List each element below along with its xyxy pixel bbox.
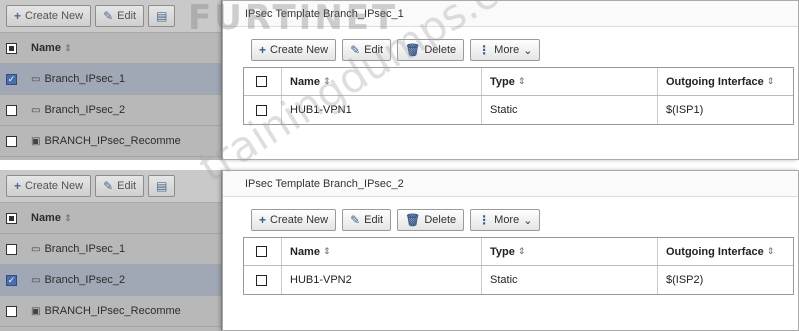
- edit-button[interactable]: ✎ Edit: [342, 39, 392, 61]
- ipsec-template-dialog: IPsec Template Branch_IPsec_1 + Create Ne…: [222, 0, 799, 160]
- more-icon: ⋮: [478, 43, 491, 57]
- trash-icon: 🗑: [405, 213, 421, 227]
- table-header: Name ⇕ Type ⇕ Outgoing Interface ⇕: [244, 238, 793, 266]
- list-item[interactable]: ✓ ▭ Branch_IPsec_1: [0, 64, 221, 95]
- extra-toolbar-button[interactable]: ▤: [148, 5, 176, 27]
- select-all-checkbox[interactable]: [256, 246, 267, 257]
- row-checkbox[interactable]: ✓: [6, 274, 17, 286]
- select-all-checkbox[interactable]: [6, 212, 17, 224]
- list-toolbar: + Create New ✎ Edit ▤: [0, 170, 221, 203]
- sort-icon[interactable]: ⇕: [64, 213, 72, 224]
- delete-icon: ▤: [156, 179, 168, 193]
- edit-icon: ✎: [103, 179, 114, 193]
- more-icon: ⋮: [478, 213, 491, 227]
- template-list-background: + Create New ✎ Edit ▤ Name ⇕ ▭ Branch_IPsec…: [0, 170, 222, 331]
- edit-icon: ✎: [350, 43, 361, 57]
- delete-button[interactable]: 🗑 Delete: [397, 39, 465, 61]
- column-type[interactable]: Type ⇕: [482, 238, 658, 265]
- row-checkbox[interactable]: [256, 104, 267, 116]
- edit-button[interactable]: ✎ Edit: [95, 175, 145, 197]
- tunnel-table: Name ⇕ Type ⇕ Outgoing Interface ⇕ HUB1-VPN…: [243, 237, 794, 295]
- row-checkbox[interactable]: [256, 274, 267, 286]
- list-header: Name ⇕: [0, 203, 221, 234]
- template-icon: ▭: [31, 243, 41, 255]
- sort-icon[interactable]: ⇕: [518, 246, 526, 257]
- row-checkbox-cell: [244, 266, 282, 294]
- edit-button[interactable]: ✎ Edit: [95, 5, 145, 27]
- header-checkbox-cell: [244, 68, 282, 95]
- plus-icon: +: [259, 43, 267, 57]
- header-checkbox-cell: [244, 238, 282, 265]
- list-item[interactable]: ▭ Branch_IPsec_2: [0, 95, 221, 126]
- list-item[interactable]: ▣ BRANCH_IPsec_Recomme: [0, 296, 221, 327]
- edit-button[interactable]: ✎ Edit: [342, 209, 392, 231]
- dialog-toolbar: + Create New ✎ Edit 🗑 Delete ⋮ More ⌄: [251, 209, 541, 231]
- column-name[interactable]: Name ⇕: [282, 238, 482, 265]
- table-header: Name ⇕ Type ⇕ Outgoing Interface ⇕: [244, 68, 793, 96]
- cell-outgoing-interface: $(ISP2): [666, 274, 704, 286]
- list-item[interactable]: ✓ ▭ Branch_IPsec_2: [0, 265, 221, 296]
- cell-type: Static: [482, 96, 658, 124]
- chevron-down-icon: ⌄: [523, 44, 533, 57]
- table-row[interactable]: HUB1-VPN2 Static $(ISP2): [244, 266, 793, 294]
- create-new-button[interactable]: + Create New: [6, 175, 92, 197]
- list-item[interactable]: ▣ BRANCH_IPsec_Recomme: [0, 126, 221, 157]
- dialog-title: IPsec Template Branch_IPsec_1: [223, 1, 798, 27]
- cell-type: Static: [482, 266, 658, 294]
- plus-icon: +: [14, 9, 22, 23]
- trash-icon: 🗑: [405, 43, 421, 57]
- ipsec-template-pane-2: + Create New ✎ Edit ▤ Name ⇕ ▭ Branch_IPsec…: [0, 170, 799, 331]
- table-row[interactable]: HUB1-VPN1 Static $(ISP1): [244, 96, 793, 124]
- cell-name: HUB1-VPN1: [282, 96, 482, 124]
- list-item[interactable]: ▭ Branch_IPsec_1: [0, 234, 221, 265]
- edit-icon: ✎: [103, 9, 114, 23]
- delete-button[interactable]: 🗑 Delete: [397, 209, 465, 231]
- plus-icon: +: [259, 213, 267, 227]
- recommended-template-icon: ▣: [31, 135, 41, 147]
- template-icon: ▭: [31, 274, 41, 286]
- sort-icon[interactable]: ⇕: [323, 76, 331, 87]
- edit-icon: ✎: [350, 213, 361, 227]
- more-dropdown[interactable]: ⋮ More ⌄: [470, 209, 541, 231]
- column-outgoing-interface[interactable]: Outgoing Interface ⇕: [658, 68, 793, 95]
- chevron-down-icon: ⌄: [523, 214, 533, 227]
- create-new-button[interactable]: + Create New: [6, 5, 92, 27]
- sort-icon[interactable]: ⇕: [518, 76, 526, 87]
- sort-icon[interactable]: ⇕: [323, 246, 331, 257]
- column-name[interactable]: Name ⇕: [282, 68, 482, 95]
- cell-name: HUB1-VPN2: [282, 266, 482, 294]
- list-header: Name ⇕: [0, 33, 221, 64]
- select-all-checkbox[interactable]: [256, 76, 267, 87]
- select-all-checkbox[interactable]: [6, 42, 17, 54]
- delete-icon: ▤: [156, 9, 168, 23]
- row-checkbox[interactable]: [6, 135, 17, 147]
- row-checkbox-cell: [244, 96, 282, 124]
- tunnel-table: Name ⇕ Type ⇕ Outgoing Interface ⇕ HUB1-VPN…: [243, 67, 794, 125]
- more-dropdown[interactable]: ⋮ More ⌄: [470, 39, 541, 61]
- cell-outgoing-interface: $(ISP1): [666, 104, 704, 116]
- sort-icon[interactable]: ⇕: [767, 246, 775, 257]
- row-checkbox[interactable]: [6, 243, 17, 255]
- sort-icon[interactable]: ⇕: [767, 76, 775, 87]
- list-toolbar: + Create New ✎ Edit ▤: [0, 0, 221, 33]
- column-outgoing-interface[interactable]: Outgoing Interface ⇕: [658, 238, 793, 265]
- ipsec-template-dialog: IPsec Template Branch_IPsec_2 + Create Ne…: [222, 170, 799, 331]
- row-checkbox[interactable]: ✓: [6, 73, 17, 85]
- template-list-background: + Create New ✎ Edit ▤ Name ⇕ ✓ ▭ Branch_IPs…: [0, 0, 222, 160]
- row-checkbox[interactable]: [6, 305, 17, 317]
- sort-icon[interactable]: ⇕: [64, 43, 72, 54]
- dialog-title: IPsec Template Branch_IPsec_2: [223, 171, 798, 197]
- column-type[interactable]: Type ⇕: [482, 68, 658, 95]
- ipsec-template-pane-1: + Create New ✎ Edit ▤ Name ⇕ ✓ ▭ Branch_IPs…: [0, 0, 799, 160]
- plus-icon: +: [14, 179, 22, 193]
- dialog-toolbar: + Create New ✎ Edit 🗑 Delete ⋮ More ⌄: [251, 39, 541, 61]
- template-icon: ▭: [31, 104, 41, 116]
- row-checkbox[interactable]: [6, 104, 17, 116]
- recommended-template-icon: ▣: [31, 305, 41, 317]
- extra-toolbar-button[interactable]: ▤: [148, 175, 176, 197]
- create-new-button[interactable]: + Create New: [251, 209, 337, 231]
- create-new-button[interactable]: + Create New: [251, 39, 337, 61]
- template-icon: ▭: [31, 73, 41, 85]
